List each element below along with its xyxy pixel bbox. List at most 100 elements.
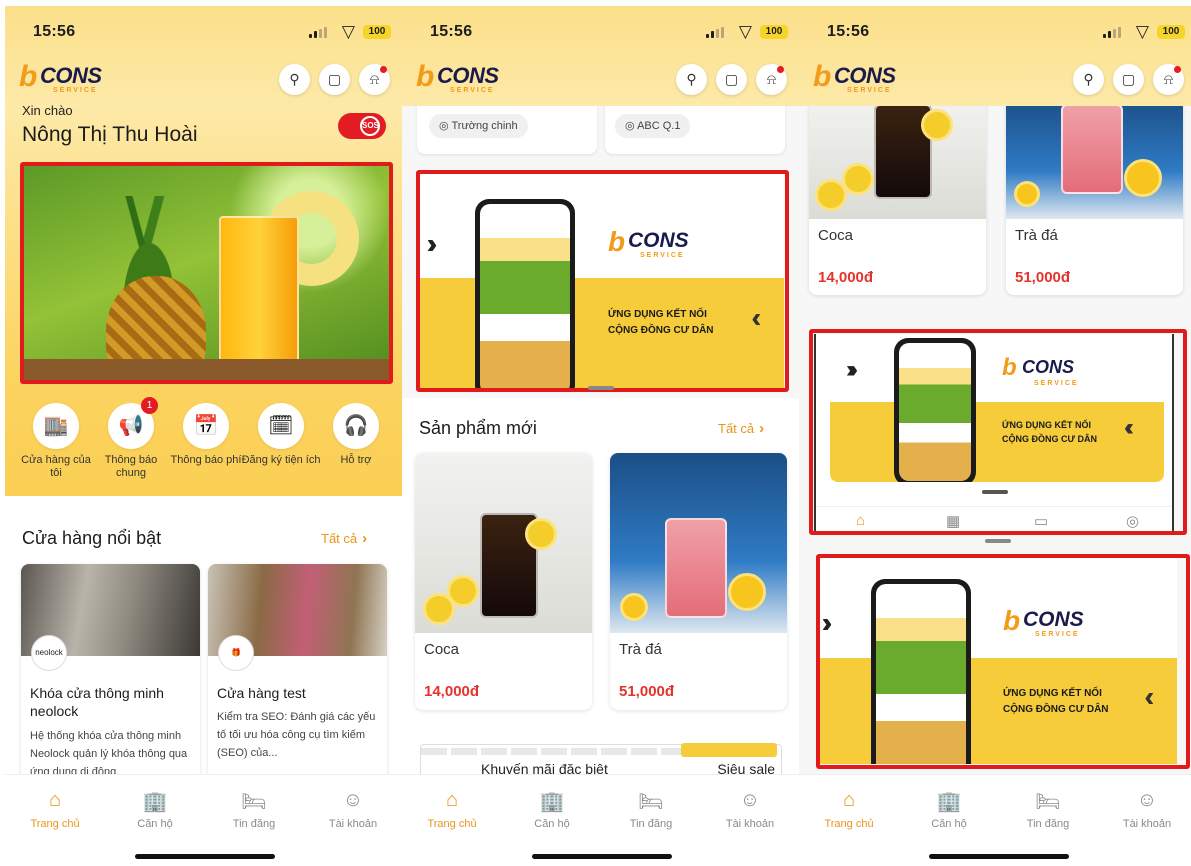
location-pin-icon: ◎ (439, 120, 452, 132)
nav-account[interactable]: ☺ Tài khoản (313, 789, 393, 830)
location-chip: ◎ ABC Q.1 (615, 114, 691, 138)
nav-apartment[interactable]: 🏢 Căn hộ (115, 789, 195, 830)
search-button[interactable]: ⚲ (279, 64, 310, 95)
shopping-bag-icon: ▢ (327, 71, 342, 87)
product-price: 14,000đ (818, 269, 874, 286)
cart-button[interactable]: ▢ (1113, 64, 1144, 95)
nav-label: Trang chủ (427, 818, 477, 830)
status-time: 15:56 (33, 23, 76, 40)
phone-screen-scrolled: ◎ Trường chinh ◎ ABC Q.1 15:56 ▽ 100 b C… (402, 6, 800, 864)
product-price: 51,000đ (1015, 269, 1071, 286)
nav-home[interactable]: ⌂ Trang chủ (15, 789, 95, 830)
lemon-slice (728, 573, 766, 611)
status-bar: 15:56 ▽ 100 (402, 6, 800, 52)
nav-label: Trang chủ (824, 818, 874, 830)
product-image (1006, 99, 1183, 219)
calendar-icon: 🗓 (258, 403, 304, 449)
product-price: 14,000đ (424, 683, 480, 700)
notification-dot (1174, 66, 1181, 73)
product-card-coca[interactable]: Coca 14,000đ (415, 453, 592, 710)
lemon-slice (447, 575, 479, 607)
highlight-frame-hero (20, 162, 393, 384)
nav-label: Căn hộ (931, 818, 967, 830)
new-products-title: Sản phẩm mới (419, 418, 537, 438)
status-time: 15:56 (827, 23, 870, 40)
notification-button[interactable]: ⍾ (359, 64, 390, 95)
wifi-icon: ▽ (1135, 22, 1149, 41)
notification-button[interactable]: ⍾ (756, 64, 787, 95)
promo-strip[interactable]: Khuyến mãi đặc biệt Siêu sale (420, 743, 782, 778)
product-name: Coca (818, 227, 854, 244)
cart-button[interactable]: ▢ (716, 64, 747, 95)
product-card-tra-da[interactable]: Trà đá 51,000đ (1006, 99, 1183, 295)
lemon-slice (921, 109, 953, 141)
store-card-test[interactable]: 🎁 Cửa hàng test Kiểm tra SEO: Đánh giá c… (208, 564, 387, 779)
featured-stores-title: Cửa hàng nổi bật (22, 528, 162, 548)
signal-icon (1103, 27, 1121, 38)
store-avatar: 🎁 (218, 635, 254, 671)
logo-word: CONS (437, 63, 499, 88)
logo-word: CONS (40, 63, 102, 88)
quick-action-announcements[interactable]: 📢 1 Thông báo chung (91, 397, 171, 480)
account-icon: ☺ (342, 789, 364, 811)
store-card-neolock[interactable]: neolock Khóa cửa thông minh neolock Hệ t… (21, 564, 200, 779)
product-image (415, 453, 592, 633)
product-card-tra-da[interactable]: Trà đá 51,000đ (610, 453, 787, 710)
signal-icon (706, 27, 724, 38)
location-label: ABC Q.1 (637, 120, 681, 132)
phone-screen-home: 15:56 ▽ 100 b CONS SERVICE ⚲ ▢ ⍾ Xin chà… (5, 6, 403, 864)
app-logo: b CONS SERVICE (19, 56, 109, 96)
store-icon: 🏬 (33, 403, 79, 449)
nav-home[interactable]: ⌂ Trang chủ (809, 789, 889, 830)
quick-action-support[interactable]: 🎧 Hỗ trợ (316, 403, 396, 467)
search-button[interactable]: ⚲ (676, 64, 707, 95)
bell-icon: ⍾ (369, 71, 380, 87)
iced-tea-glass (665, 518, 727, 618)
nav-label: Tài khoản (328, 818, 378, 830)
shopping-bag-icon: ▢ (1121, 71, 1136, 87)
bottom-nav: ⌂ Trang chủ 🏢 Căn hộ 🛏 Tin đăng ☺ Tài khoản (799, 774, 1191, 864)
product-name: Trà đá (1015, 227, 1058, 244)
app-logo: b CONS SERVICE (813, 56, 903, 96)
sos-button[interactable]: SOS (338, 113, 386, 139)
store-name: Cửa hàng test (217, 685, 306, 701)
quick-action-label: Hỗ trợ (340, 454, 372, 466)
home-indicator (929, 854, 1069, 859)
nav-listings[interactable]: 🛏 Tin đăng (214, 789, 294, 830)
nav-apartment[interactable]: 🏢 Căn hộ (909, 789, 989, 830)
megaphone-icon: 📢 1 (108, 397, 158, 449)
phone-screen-banner-detail: Coca 14,000đ Trà đá 51,000đ 15:56 ▽ 100 … (799, 6, 1191, 864)
nav-account[interactable]: ☺ Tài khoản (710, 789, 790, 830)
nav-label: Căn hộ (137, 818, 173, 830)
highlight-frame-embedded (809, 329, 1187, 535)
nav-listings[interactable]: 🛏 Tin đăng (1008, 789, 1088, 830)
see-all-label: Tất cả (718, 421, 755, 436)
home-indicator (135, 854, 275, 859)
nav-home[interactable]: ⌂ Trang chủ (412, 789, 492, 830)
quick-action-book-amenity[interactable]: 🗓 Đăng ký tiện ích (241, 403, 321, 467)
featured-stores-see-all[interactable]: Tất cả › (321, 530, 367, 547)
account-icon: ☺ (1136, 789, 1158, 811)
store-desc: Hệ thống khóa cửa thông minh Neolock quả… (30, 730, 188, 778)
nav-account[interactable]: ☺ Tài khoản (1107, 789, 1187, 830)
wifi-icon: ▽ (738, 22, 752, 41)
nav-apartment[interactable]: 🏢 Căn hộ (512, 789, 592, 830)
quick-action-my-store[interactable]: 🏬 Cửa hàng của tôi (16, 403, 96, 480)
notification-dot (777, 66, 784, 73)
cart-button[interactable]: ▢ (319, 64, 350, 95)
nav-listings[interactable]: 🛏 Tin đăng (611, 789, 691, 830)
nav-label: Căn hộ (534, 818, 570, 830)
bed-icon: 🛏 (1035, 791, 1061, 813)
search-button[interactable]: ⚲ (1073, 64, 1104, 95)
invoice-icon: 📅 (183, 403, 229, 449)
bottom-nav: ⌂ Trang chủ 🏢 Căn hộ 🛏 Tin đăng ☺ Tài khoản (402, 774, 800, 864)
notification-button[interactable]: ⍾ (1153, 64, 1184, 95)
quick-action-fee-notice[interactable]: 📅 Thông báo phí (166, 403, 246, 467)
product-card-coca[interactable]: Coca 14,000đ (809, 99, 986, 295)
logo-word: CONS (834, 63, 896, 88)
bell-icon: ⍾ (766, 71, 777, 87)
new-products-see-all[interactable]: Tất cả › (718, 420, 764, 437)
logo-mark-icon: b (19, 60, 38, 93)
logo-sub: SERVICE (53, 87, 98, 94)
lemon-slice (1014, 181, 1040, 207)
